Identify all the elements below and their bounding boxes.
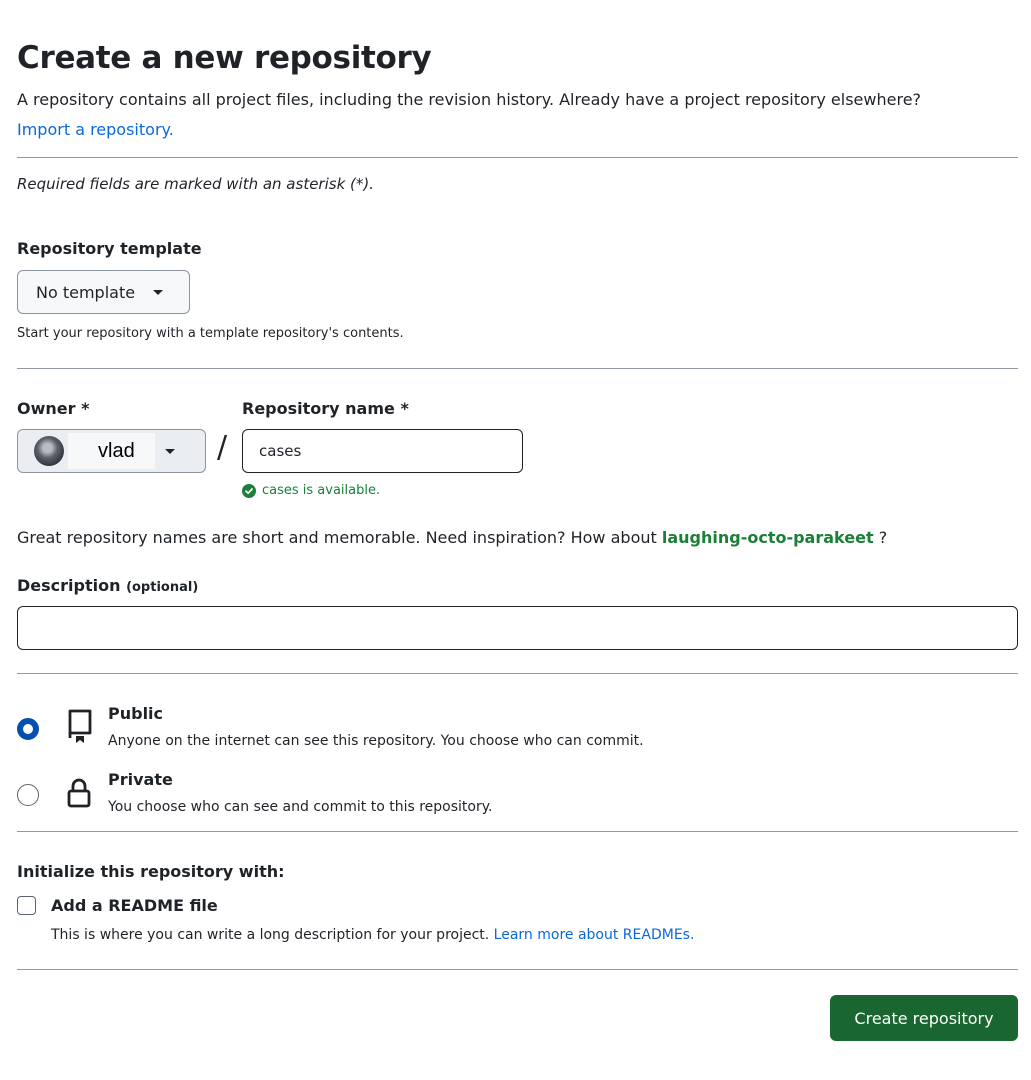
create-repository-button[interactable]: Create repository xyxy=(830,995,1018,1041)
private-description: You choose who can see and commit to thi… xyxy=(108,799,493,815)
readme-desc-text: This is where you can write a long descr… xyxy=(51,927,490,943)
repo-icon xyxy=(65,708,95,748)
page-title: Create a new repository xyxy=(17,40,432,76)
suggestion-text: Great repository names are short and mem… xyxy=(17,528,657,547)
template-select[interactable]: No template xyxy=(17,270,190,314)
required-note: Required fields are marked with an aster… xyxy=(17,175,375,193)
suggested-name-link[interactable]: laughing-octo-parakeet xyxy=(662,528,874,547)
description-input[interactable] xyxy=(17,606,1018,650)
check-circle-icon xyxy=(242,483,256,498)
owner-select[interactable]: vlad xyxy=(17,429,206,473)
initialize-label: Initialize this repository with: xyxy=(17,862,285,881)
readme-checkbox[interactable] xyxy=(17,896,36,915)
divider xyxy=(17,969,1018,970)
public-description: Anyone on the internet can see this repo… xyxy=(108,733,644,749)
avatar xyxy=(34,436,64,466)
private-title: Private xyxy=(108,770,173,789)
divider xyxy=(17,831,1018,832)
intro-text: A repository contains all project files,… xyxy=(17,90,922,109)
template-label: Repository template xyxy=(17,239,202,258)
template-hint: Start your repository with a template re… xyxy=(17,326,404,341)
availability-status: cases is available. xyxy=(242,483,380,498)
description-label: Description (optional) xyxy=(17,576,198,595)
private-radio[interactable] xyxy=(17,784,39,806)
suggestion-suffix: ? xyxy=(878,528,888,547)
readme-label[interactable]: Add a README file xyxy=(51,896,218,915)
divider xyxy=(17,157,1018,158)
public-radio[interactable] xyxy=(17,718,39,740)
triangle-down-icon xyxy=(153,289,164,295)
owner-repo-separator: / xyxy=(217,430,228,465)
description-label-text: Description xyxy=(17,576,121,595)
lock-icon xyxy=(65,776,93,814)
owner-label: Owner * xyxy=(17,399,90,418)
divider xyxy=(17,368,1018,369)
repo-name-label: Repository name * xyxy=(242,399,409,418)
template-selected: No template xyxy=(36,282,136,302)
learn-more-readmes-link[interactable]: Learn more about READMEs. xyxy=(494,927,695,943)
description-optional: (optional) xyxy=(126,580,199,595)
name-suggestion: Great repository names are short and mem… xyxy=(17,528,887,547)
public-title: Public xyxy=(108,704,164,723)
repo-name-input[interactable] xyxy=(242,429,523,473)
divider xyxy=(17,673,1018,674)
triangle-down-icon xyxy=(164,448,175,454)
owner-value: vlad xyxy=(68,433,155,469)
availability-text: cases is available. xyxy=(262,483,381,498)
import-repository-link[interactable]: Import a repository. xyxy=(17,120,174,139)
readme-description: This is where you can write a long descr… xyxy=(51,927,694,943)
